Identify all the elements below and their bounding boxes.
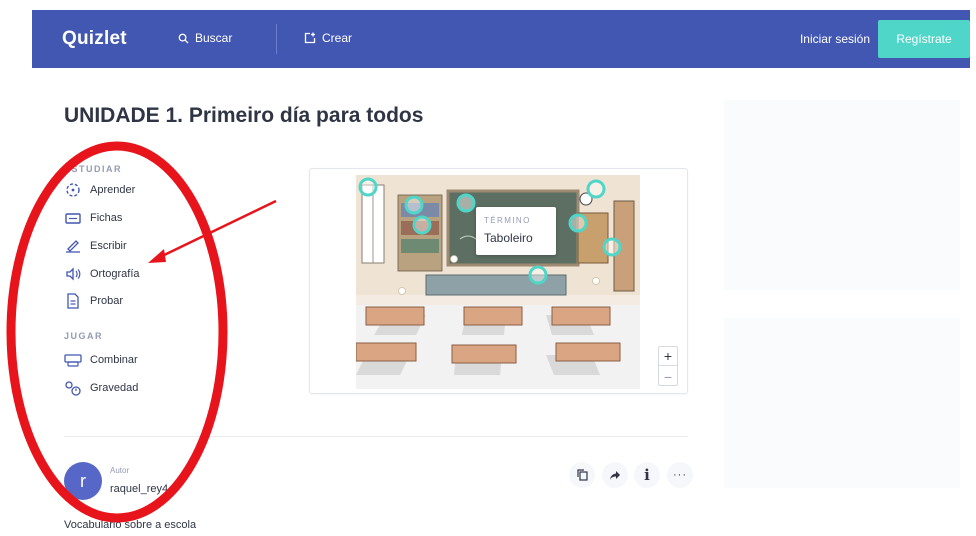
set-description: Vocabulario sobre a escola [64, 519, 197, 531]
zoom-out-button[interactable]: − [659, 367, 677, 386]
term-value: Taboleiro [484, 231, 533, 245]
gravity-icon [64, 380, 82, 396]
mode-ortografia[interactable]: Ortografía [64, 266, 140, 282]
spell-icon [64, 266, 82, 282]
mode-label: Combinar [90, 354, 138, 366]
write-icon [64, 238, 82, 254]
mode-fichas[interactable]: Fichas [64, 210, 122, 226]
annotation-ellipse [6, 141, 228, 523]
nav-divider [276, 24, 277, 54]
diagram-card: TÉRMINO Taboleiro + − [309, 168, 688, 394]
sidebar-placeholder [724, 318, 960, 488]
mode-label: Probar [90, 295, 124, 307]
flashcards-icon [64, 210, 82, 226]
signup-button[interactable]: Regístrate [878, 20, 970, 58]
search-link[interactable]: Buscar [178, 31, 232, 45]
top-nav-bar: Quizlet Buscar Crear Iniciar sesión Regí… [32, 10, 970, 68]
login-link[interactable]: Iniciar sesión [800, 32, 870, 46]
mode-label: Aprender [90, 184, 136, 196]
sidebar-placeholder [724, 100, 960, 290]
copy-button[interactable] [569, 462, 595, 488]
copy-icon [576, 469, 588, 481]
term-label: TÉRMINO [484, 216, 531, 225]
mode-gravedad[interactable]: Gravedad [64, 380, 138, 396]
section-divider [64, 436, 688, 437]
create-link[interactable]: Crear [304, 31, 352, 45]
author-label: Autor [110, 466, 130, 475]
share-arrow-icon [610, 470, 620, 480]
study-section-label: ESTUDIAR [64, 164, 123, 174]
mode-label: Escribir [90, 240, 127, 252]
author-avatar[interactable]: r [64, 462, 102, 500]
annotation-arrow [157, 199, 277, 260]
mode-label: Fichas [90, 212, 123, 224]
search-link-label: Buscar [195, 31, 233, 45]
mode-escribir[interactable]: Escribir [64, 238, 127, 254]
mode-label: Gravedad [90, 382, 139, 394]
author-name[interactable]: raquel_rey4 [110, 483, 168, 495]
mode-aprender[interactable]: Aprender [64, 182, 135, 198]
create-icon [304, 32, 316, 44]
more-options-button[interactable]: ··· [667, 462, 693, 488]
search-icon [178, 33, 189, 44]
mode-combinar[interactable]: Combinar [64, 352, 138, 368]
annotation-arrowhead [148, 249, 166, 263]
play-section-label: JUGAR [64, 331, 104, 341]
learn-icon [64, 182, 82, 198]
test-icon [64, 293, 82, 309]
zoom-control: + − [658, 346, 678, 386]
info-button[interactable]: i [634, 462, 660, 488]
create-link-label: Crear [322, 31, 353, 45]
mode-probar[interactable]: Probar [64, 293, 123, 309]
share-button[interactable] [602, 462, 628, 488]
zoom-in-button[interactable]: + [659, 347, 677, 366]
match-icon [64, 352, 82, 368]
quizlet-logo[interactable]: Quizlet [62, 28, 127, 50]
mode-label: Ortografía [90, 268, 140, 280]
term-tooltip: TÉRMINO Taboleiro [476, 207, 556, 255]
page-title: UNIDADE 1. Primeiro día para todos [64, 104, 424, 127]
